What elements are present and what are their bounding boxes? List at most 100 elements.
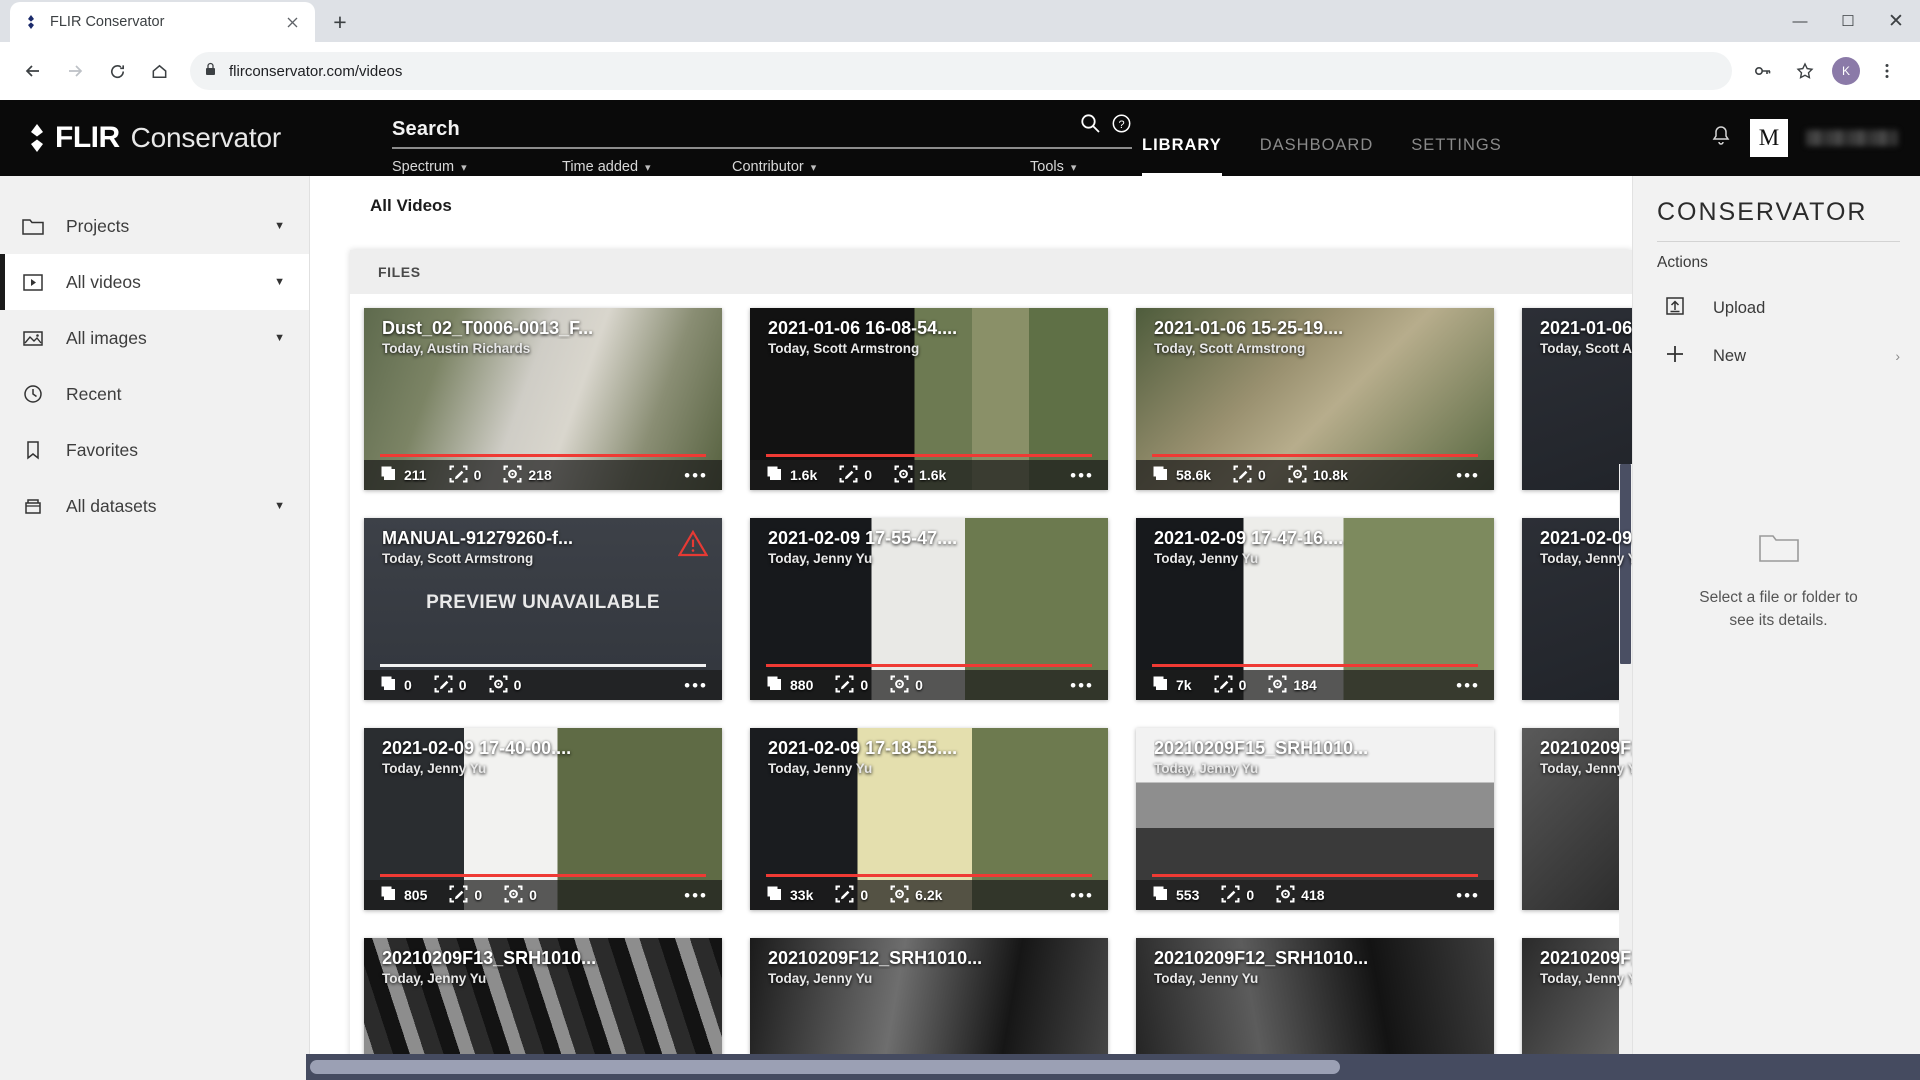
search-icon[interactable]	[1079, 112, 1101, 139]
profile-avatar[interactable]: K	[1832, 57, 1860, 85]
flir-diamond-icon	[24, 123, 50, 153]
tab-dashboard[interactable]: DASHBOARD	[1260, 136, 1374, 176]
card-header: 20210209F11_SRH1010... Today, Jenny Yu	[1522, 938, 1632, 986]
browser-tab[interactable]: FLIR Conservator	[10, 2, 315, 42]
svg-text:?: ?	[1118, 119, 1124, 131]
detections-count: 10.8k	[1312, 467, 1348, 483]
frames-stat: 58.6k	[1152, 465, 1211, 485]
file-card[interactable]: MANUAL-91279260-f... Today, Scott Armstr…	[364, 518, 722, 700]
file-card[interactable]: 2021-02-09 17-47-16.... Today, Jenny Yu …	[1136, 518, 1494, 700]
card-menu-button[interactable]: •••	[1456, 467, 1480, 484]
card-menu-button[interactable]: •••	[1070, 467, 1094, 484]
minimize-button[interactable]: —	[1776, 0, 1824, 42]
card-subtitle: Today, Jenny Yu	[1540, 761, 1632, 776]
card-menu-button[interactable]: •••	[684, 677, 708, 694]
card-header: 2021-01-06 15-10-02.... Today, Scott Arm…	[1522, 308, 1632, 356]
home-icon[interactable]	[140, 52, 178, 90]
kebab-menu-icon[interactable]	[1868, 52, 1906, 90]
chevron-down-icon[interactable]: ▼	[274, 500, 285, 512]
card-title: MANUAL-91279260-f...	[382, 528, 574, 548]
chevron-down-icon[interactable]: ▼	[274, 220, 285, 232]
sidebar-item-all-images-label: All images	[66, 327, 147, 348]
card-subtitle: Today, Jenny Yu	[768, 971, 873, 986]
sidebar-item-all-videos[interactable]: All videos ▼	[0, 254, 309, 310]
tab-library[interactable]: LIBRARY	[1142, 136, 1222, 176]
user-name-redacted	[1806, 130, 1898, 146]
horizontal-scrollbar-thumb[interactable]	[310, 1060, 1340, 1074]
brand-logo[interactable]: FLIR Conservator	[0, 100, 392, 176]
filter-tools[interactable]: Tools ▾	[1030, 159, 1076, 175]
flir-diamond-icon	[22, 13, 40, 31]
card-menu-button[interactable]: •••	[1070, 677, 1094, 694]
details-panel: CONSERVATOR Actions Upload New › Select …	[1632, 176, 1920, 1080]
new-tab-button[interactable]: +	[323, 5, 357, 39]
filter-time-added[interactable]: Time added ▾	[562, 159, 732, 175]
close-icon[interactable]	[281, 11, 303, 33]
password-key-icon[interactable]	[1744, 52, 1782, 90]
horizontal-scrollbar[interactable]	[306, 1054, 1920, 1080]
sidebar-item-all-images[interactable]: All images ▼	[0, 310, 309, 366]
card-menu-button[interactable]: •••	[1456, 677, 1480, 694]
filter-contributor[interactable]: Contributor ▾	[732, 159, 902, 175]
filter-spectrum-label: Spectrum	[392, 159, 455, 175]
folder-outline-icon	[1657, 530, 1900, 564]
back-arrow-icon[interactable]	[14, 52, 52, 90]
filter-tools-label: Tools	[1030, 159, 1064, 175]
file-card[interactable]: 2021-02-09 17-55-47.... Today, Jenny Yu …	[750, 518, 1108, 700]
file-card[interactable]: Dust_02_T0006-0013_F... Today, Austin Ri…	[364, 308, 722, 490]
card-title: 20210209F13_SRH1010...	[382, 948, 597, 968]
image-icon	[20, 325, 46, 351]
chevron-down-icon[interactable]: ▼	[274, 332, 285, 344]
file-card[interactable]: 20210209F14_SRH1010... Today, Jenny Yu	[1522, 728, 1632, 910]
upload-action[interactable]: Upload	[1657, 284, 1900, 332]
help-circle-icon[interactable]: ?	[1111, 113, 1132, 139]
maximize-button[interactable]: ☐	[1824, 0, 1872, 42]
annotations-count: 0	[860, 887, 869, 903]
user-avatar[interactable]: M	[1750, 119, 1788, 157]
file-card[interactable]: 2021-01-06 15-10-02.... Today, Scott Arm…	[1522, 308, 1632, 490]
card-menu-button[interactable]: •••	[684, 887, 708, 904]
new-action[interactable]: New ›	[1657, 332, 1900, 380]
file-card[interactable]: 2021-01-06 15-25-19.... Today, Scott Arm…	[1136, 308, 1494, 490]
annotations-stat: 0	[449, 465, 481, 486]
card-stats: 33k 0 6.2k •••	[750, 880, 1108, 910]
forward-arrow-icon[interactable]	[56, 52, 94, 90]
sidebar-item-all-datasets[interactable]: All datasets ▼	[0, 478, 309, 534]
frames-stack-icon	[766, 465, 784, 485]
sidebar: Projects ▼ All videos ▼ All images ▼ Rec…	[0, 176, 310, 1080]
detections-count: 0	[513, 677, 522, 693]
card-header: 20210209F14_SRH1010... Today, Jenny Yu	[1522, 728, 1632, 776]
address-bar[interactable]: flirconservator.com/videos	[190, 52, 1732, 90]
card-title: 20210209F11_SRH1010...	[1540, 948, 1632, 968]
chevron-down-icon[interactable]: ▼	[274, 276, 285, 288]
sidebar-item-recent[interactable]: Recent	[0, 366, 309, 422]
annotation-pencil-icon	[1221, 885, 1240, 906]
card-menu-button[interactable]: •••	[684, 467, 708, 484]
plus-icon	[1663, 342, 1687, 371]
sidebar-item-projects[interactable]: Projects ▼	[0, 198, 309, 254]
search-input[interactable]: Search	[392, 118, 1079, 141]
tab-settings[interactable]: SETTINGS	[1411, 136, 1502, 176]
file-card[interactable]: 2021-02-09 17-40-11.... Today, Jenny Yu	[1522, 518, 1632, 700]
frames-stat: 33k	[766, 885, 813, 905]
card-progress-bar	[766, 874, 1092, 877]
file-card[interactable]: 20210209F15_SRH1010... Today, Jenny Yu 5…	[1136, 728, 1494, 910]
bell-icon[interactable]	[1710, 124, 1732, 152]
bookmark-star-icon[interactable]	[1786, 52, 1824, 90]
detections-stat: 6.2k	[890, 885, 942, 906]
lock-icon	[204, 62, 217, 81]
file-card[interactable]: 2021-01-06 16-08-54.... Today, Scott Arm…	[750, 308, 1108, 490]
card-menu-button[interactable]: •••	[1456, 887, 1480, 904]
sidebar-item-favorites[interactable]: Favorites	[0, 422, 309, 478]
card-menu-button[interactable]: •••	[1070, 887, 1094, 904]
filter-spectrum[interactable]: Spectrum ▾	[392, 159, 562, 175]
frames-count: 553	[1176, 887, 1200, 903]
reload-icon[interactable]	[98, 52, 136, 90]
frames-count: 0	[404, 677, 412, 693]
frames-stack-icon	[1152, 675, 1170, 695]
search-row[interactable]: Search ?	[392, 112, 1132, 149]
files-scroll-region[interactable]: Dust_02_T0006-0013_F... Today, Austin Ri…	[350, 294, 1632, 1080]
file-card[interactable]: 2021-02-09 17-18-55.... Today, Jenny Yu …	[750, 728, 1108, 910]
close-window-button[interactable]: ✕	[1872, 0, 1920, 42]
file-card[interactable]: 2021-02-09 17-40-00.... Today, Jenny Yu …	[364, 728, 722, 910]
